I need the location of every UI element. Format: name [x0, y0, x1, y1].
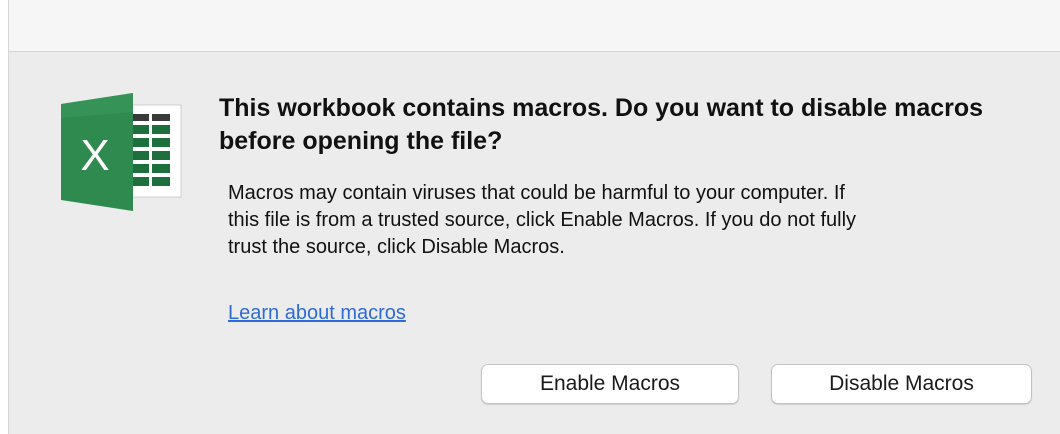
- dialog-heading: This workbook contains macros. Do you wa…: [219, 94, 984, 155]
- excel-icon: X: [53, 92, 183, 212]
- learn-about-macros-link[interactable]: Learn about macros: [228, 300, 406, 326]
- dialog-message-line: Macros may contain viruses that could be…: [228, 182, 845, 204]
- dialog-message: Macros may contain viruses that could be…: [228, 180, 1038, 261]
- enable-macros-button[interactable]: Enable Macros: [481, 364, 739, 404]
- window-titlebar: [9, 0, 1060, 52]
- excel-icon-letter: X: [80, 131, 109, 180]
- dialog-message-line: this file is from a trusted source, clic…: [228, 209, 857, 231]
- disable-macros-button[interactable]: Disable Macros: [771, 364, 1032, 404]
- macro-warning-dialog: X This workbook contains macros. Do you …: [8, 0, 1060, 434]
- dialog-message-line: trust the source, click Disable Macros.: [228, 236, 565, 258]
